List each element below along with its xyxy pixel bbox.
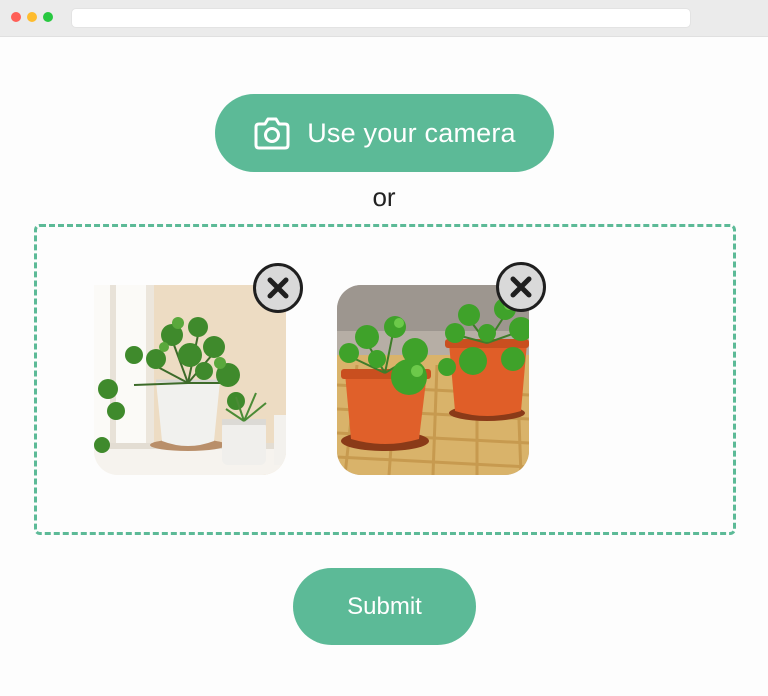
or-separator: or: [372, 182, 396, 212]
address-bar[interactable]: [71, 8, 691, 28]
use-camera-label: Use your camera: [307, 117, 516, 148]
uploaded-image-1: [94, 285, 286, 475]
submit-button[interactable]: Submit: [293, 568, 476, 645]
plant-image-1: [94, 285, 286, 475]
camera-icon: [254, 117, 290, 150]
close-window-button[interactable]: [11, 12, 21, 22]
use-camera-button[interactable]: Use your camera: [215, 94, 554, 172]
remove-image-2-button[interactable]: [496, 262, 546, 312]
remove-image-1-button[interactable]: [253, 263, 303, 313]
close-icon: [510, 276, 532, 298]
minimize-window-button[interactable]: [27, 12, 37, 22]
close-icon: [267, 277, 289, 299]
browser-window: Use your camera or Submit: [0, 0, 768, 696]
uploaded-image-2: [337, 285, 529, 475]
maximize-window-button[interactable]: [43, 12, 53, 22]
window-titlebar: [0, 0, 768, 37]
plant-image-2: [337, 285, 529, 475]
